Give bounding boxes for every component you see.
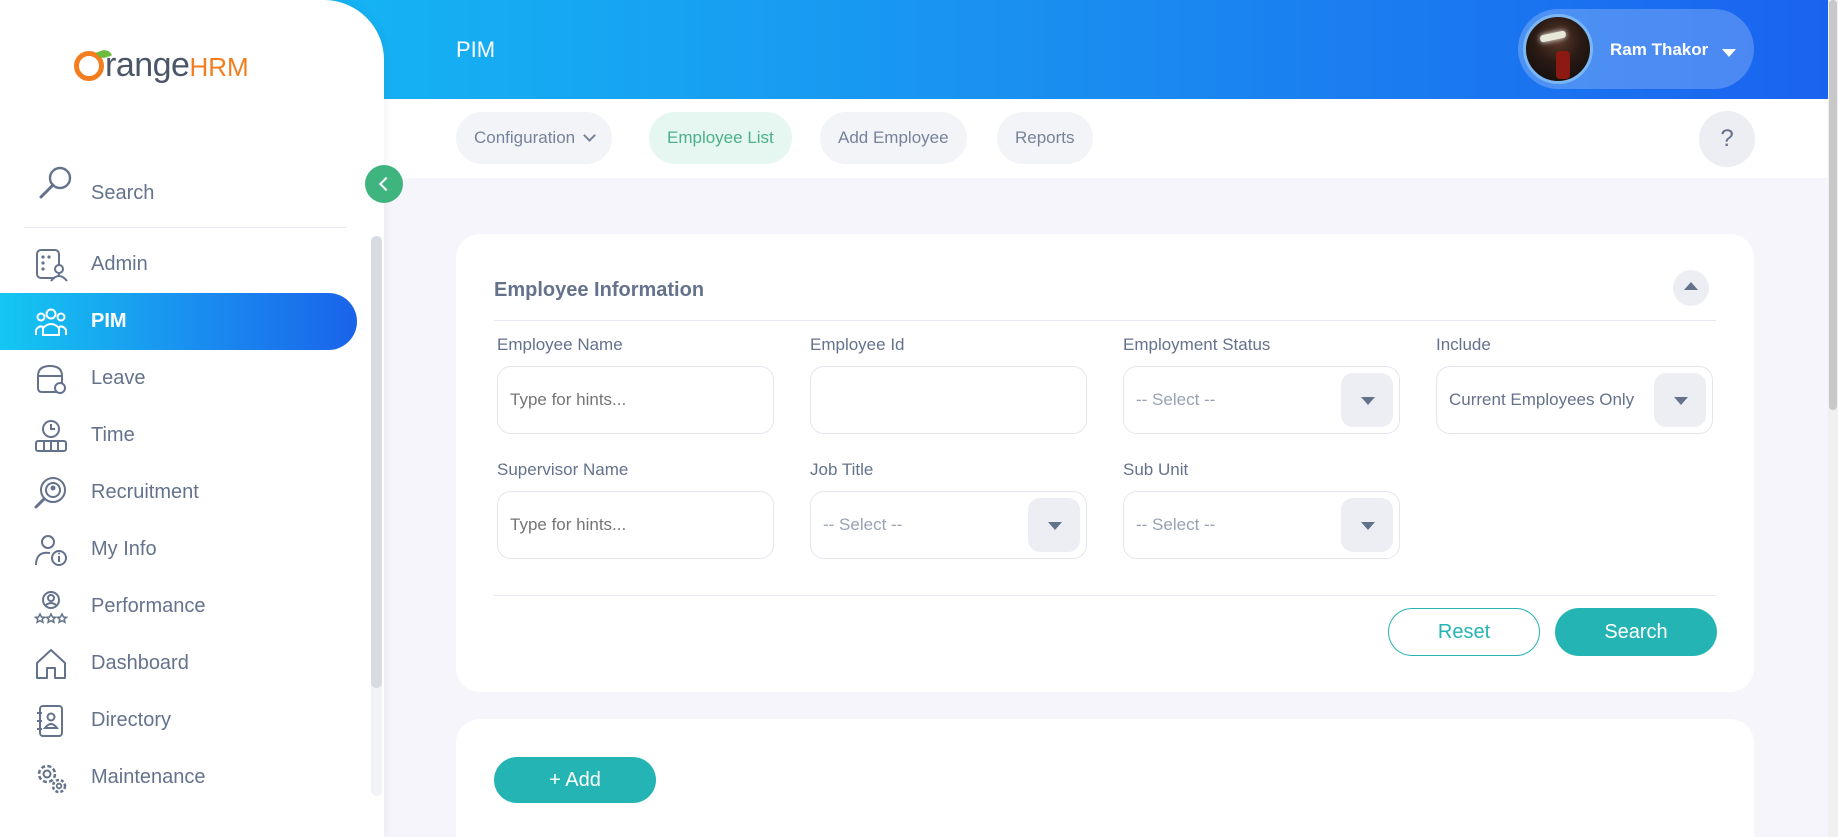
sidebar-item-label: Performance [91, 595, 206, 617]
pim-icon [35, 308, 67, 336]
page-scrollbar-track[interactable] [1828, 0, 1838, 837]
chevron-down-icon [583, 129, 596, 142]
employee-id-input[interactable] [810, 366, 1087, 434]
sub-unit-select[interactable]: -- Select -- [1123, 491, 1400, 559]
directory-icon [37, 705, 63, 737]
tab-configuration[interactable]: Configuration [456, 112, 613, 164]
search-icon [39, 166, 72, 199]
sidebar: rangeHRM Search Admin PIM Leave Time Rec… [0, 0, 384, 837]
employee-list-card: + Add [456, 719, 1754, 837]
sidebar-item-label: Dashboard [91, 652, 189, 674]
sidebar-item-dashboard[interactable]: Dashboard [0, 635, 357, 692]
divider [494, 595, 1716, 596]
sidebar-item-pim[interactable]: PIM [0, 293, 357, 350]
search-button[interactable]: Search [1555, 608, 1717, 656]
employment-status-label: Employment Status [1123, 335, 1271, 354]
job-title-label: Job Title [810, 460, 874, 479]
sub-unit-label: Sub Unit [1123, 460, 1189, 479]
include-label: Include [1436, 335, 1491, 354]
sub-unit-value: -- Select -- [1136, 515, 1216, 534]
include-select[interactable]: Current Employees Only [1436, 366, 1713, 434]
sidebar-item-label: Maintenance [91, 766, 206, 788]
sidebar-item-label: PIM [91, 310, 127, 332]
employee-filter-card: Employee Information Employee Name Emplo… [456, 234, 1754, 692]
collapse-sidebar-button[interactable] [365, 165, 403, 203]
sidebar-search[interactable]: Search [24, 160, 346, 228]
tab-add-employee-label: Add Employee [838, 128, 949, 147]
sidebar-item-recruitment[interactable]: Recruitment [0, 464, 357, 521]
employment-status-select[interactable]: -- Select -- [1123, 366, 1400, 434]
caret-down-icon [1722, 49, 1736, 57]
caret-down-icon [1341, 373, 1393, 427]
time-icon [35, 420, 67, 452]
filter-title: Employee Information [494, 279, 705, 301]
supervisor-name-input[interactable] [497, 491, 774, 559]
user-name: Ram Thakor [1610, 40, 1709, 59]
supervisor-name-label: Supervisor Name [497, 460, 629, 479]
sidebar-item-label: Time [91, 424, 135, 446]
recruitment-icon [34, 477, 66, 509]
dashboard-icon [36, 649, 66, 679]
sidebar-item-my-info[interactable]: My Info [0, 521, 357, 578]
sidebar-item-leave[interactable]: Leave [0, 350, 357, 407]
reset-button[interactable]: Reset [1388, 608, 1540, 656]
tab-employee-list-label: Employee List [667, 128, 774, 147]
logo-suffix: HRM [189, 52, 249, 82]
sidebar-scrollbar[interactable] [371, 236, 382, 688]
sidebar-item-label: Leave [91, 367, 146, 389]
page-scrollbar-thumb[interactable] [1829, 0, 1837, 410]
leave-icon [37, 364, 66, 394]
sidebar-item-label: Admin [91, 253, 148, 275]
tab-add-employee[interactable]: Add Employee [820, 112, 967, 164]
help-button[interactable]: ? [1699, 111, 1755, 167]
avatar [1523, 14, 1593, 84]
caret-down-icon [1654, 373, 1706, 427]
job-title-select[interactable]: -- Select -- [810, 491, 1087, 559]
sidebar-item-label: Recruitment [91, 481, 199, 503]
employee-name-label: Employee Name [497, 335, 623, 354]
tab-configuration-label: Configuration [474, 128, 576, 147]
caret-down-icon [1028, 498, 1080, 552]
sidebar-item-label: My Info [91, 538, 157, 560]
sidebar-item-performance[interactable]: Performance [0, 578, 357, 635]
tab-employee-list[interactable]: Employee List [649, 112, 792, 164]
sidebar-item-directory[interactable]: Directory [0, 692, 357, 749]
include-value: Current Employees Only [1449, 390, 1635, 409]
page-title: PIM [456, 37, 496, 62]
logo-text: range [105, 46, 190, 84]
employee-id-label: Employee Id [810, 335, 905, 354]
sidebar-item-time[interactable]: Time [0, 407, 357, 464]
sidebar-search-label: Search [91, 182, 155, 204]
employee-name-input[interactable] [497, 366, 774, 434]
maintenance-icon [37, 764, 67, 794]
tab-reports-label: Reports [1015, 128, 1075, 147]
collapse-filter-button[interactable] [1673, 270, 1709, 306]
tab-reports[interactable]: Reports [997, 112, 1093, 164]
sidebar-item-label: Directory [91, 709, 172, 731]
add-employee-button[interactable]: + Add [494, 757, 656, 803]
sidebar-item-maintenance[interactable]: Maintenance [0, 749, 357, 806]
user-menu[interactable]: Ram Thakor [1518, 9, 1754, 89]
divider [494, 320, 1716, 321]
sidebar-item-admin[interactable]: Admin [0, 236, 357, 293]
performance-icon [34, 591, 68, 624]
admin-icon [36, 249, 68, 282]
my-info-icon [35, 535, 67, 566]
employment-status-value: -- Select -- [1136, 390, 1216, 409]
job-title-value: -- Select -- [823, 515, 903, 534]
caret-down-icon [1341, 498, 1393, 552]
